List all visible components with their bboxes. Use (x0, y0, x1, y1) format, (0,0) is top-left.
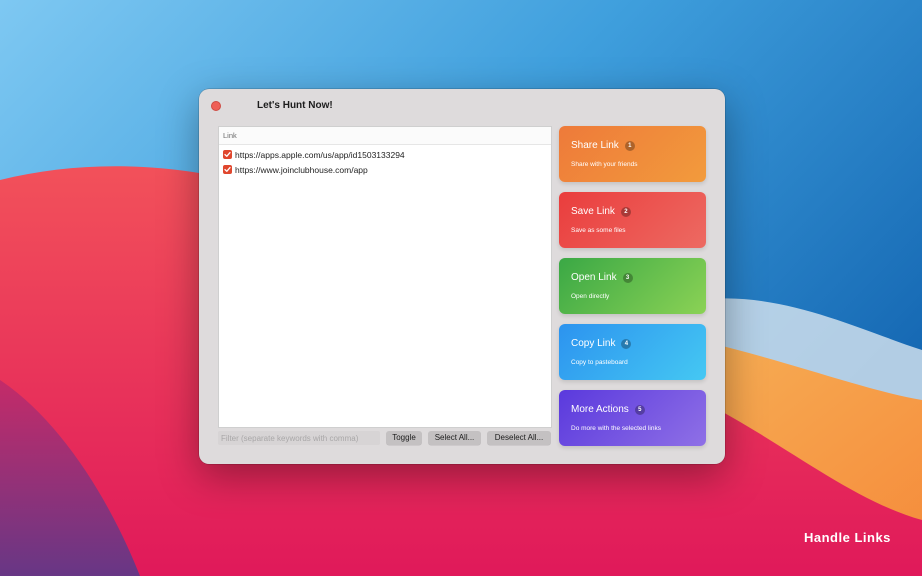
save-link-button[interactable]: Save Link 2 Save as some files (559, 192, 706, 248)
card-subtitle: Copy to pasteboard (571, 359, 628, 366)
card-title: Open Link (571, 272, 617, 283)
copy-link-button[interactable]: Copy Link 4 Copy to pasteboard (559, 324, 706, 380)
card-subtitle: Do more with the selected links (571, 425, 661, 432)
app-window: Let's Hunt Now! Link https://apps.apple.… (199, 89, 725, 464)
toggle-button[interactable]: Toggle (386, 431, 422, 445)
open-link-button[interactable]: Open Link 3 Open directly (559, 258, 706, 314)
select-all-button[interactable]: Select All... (428, 431, 481, 445)
deselect-all-button[interactable]: Deselect All... (487, 431, 551, 445)
brand-label: Handle Links (804, 530, 891, 545)
filter-bar: Toggle Select All... Deselect All... (218, 431, 552, 445)
close-icon[interactable] (211, 101, 221, 111)
table-row[interactable]: https://www.joinclubhouse.com/app (219, 162, 551, 177)
card-subtitle: Save as some files (571, 227, 626, 234)
card-subtitle: Open directly (571, 293, 610, 300)
card-title: Share Link (571, 140, 619, 151)
filter-input[interactable] (218, 431, 380, 445)
more-actions-button[interactable]: More Actions 5 Do more with the selected … (559, 390, 706, 446)
checkbox[interactable] (223, 165, 232, 174)
link-url: https://www.joinclubhouse.com/app (235, 164, 368, 175)
card-title: More Actions (571, 404, 629, 415)
window-title: Let's Hunt Now! (257, 100, 333, 111)
title-bar: Let's Hunt Now! (199, 89, 725, 123)
shortcut-badge: 5 (634, 404, 645, 415)
checkmark-icon (224, 166, 231, 172)
column-header-link[interactable]: Link (219, 127, 551, 145)
card-subtitle: Share with your friends (571, 161, 638, 168)
link-url: https://apps.apple.com/us/app/id15031332… (235, 149, 405, 160)
shortcut-badge: 1 (624, 140, 635, 151)
table-row[interactable]: https://apps.apple.com/us/app/id15031332… (219, 147, 551, 162)
card-title: Copy Link (571, 338, 616, 349)
links-table: Link https://apps.apple.com/us/app/id150… (218, 126, 552, 428)
card-title: Save Link (571, 206, 615, 217)
shortcut-badge: 4 (621, 338, 632, 349)
shortcut-badge: 3 (622, 272, 633, 283)
checkmark-icon (224, 151, 231, 157)
share-link-button[interactable]: Share Link 1 Share with your friends (559, 126, 706, 182)
checkbox[interactable] (223, 150, 232, 159)
shortcut-badge: 2 (620, 206, 631, 217)
